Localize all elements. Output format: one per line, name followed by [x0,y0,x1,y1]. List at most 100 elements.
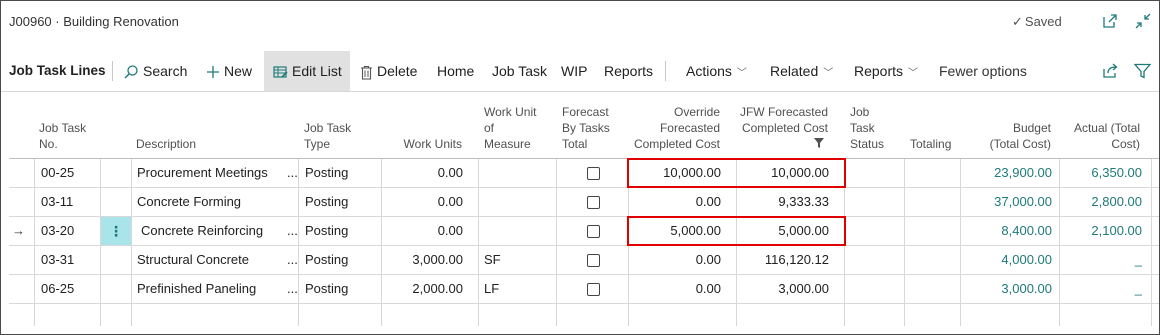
home-button[interactable]: Home [437,51,474,91]
work-unit-of-measure-cell[interactable]: SF [484,246,501,274]
divider [665,61,666,81]
table-row-selected[interactable]: → 03-20 ⋮ Concrete Reinforcing ... Posti… [9,217,1159,246]
jfw-forecasted-completed-cost-cell: 116,120.12 [764,252,829,267]
saved-status: ✓ Saved [1012,14,1062,30]
highlight-annotation [627,158,846,188]
filter-icon[interactable] [1134,63,1151,79]
table-row[interactable]: 03-31 Structural Concrete ... Posting 3,… [9,246,1159,275]
column-header-job-task-status[interactable]: Job Task Status [850,104,884,152]
work-units-cell[interactable]: 3,000.00 [381,246,463,274]
trash-icon [361,65,372,80]
wip-button[interactable]: WIP [561,51,587,91]
actual-total-cost-link[interactable]: 2,800.00 [1061,188,1142,216]
delete-button[interactable]: Delete [360,51,417,91]
search-icon [124,65,138,79]
share-icon[interactable] [1102,63,1119,79]
job-task-no-cell[interactable]: 03-20 [41,217,74,245]
override-forecasted-completed-cost-cell[interactable]: 0.00 [629,246,721,274]
column-header-totaling[interactable]: Totaling [910,136,951,152]
section-title: Job Task Lines [9,63,106,78]
actions-menu[interactable]: Actions ﹀ [686,51,747,91]
budget-total-cost-link[interactable]: 4,000.00 [961,246,1052,274]
edit-list-button[interactable]: Edit List [264,51,350,91]
column-header-job-task-type[interactable]: Job Task Type [304,120,351,152]
column-header-forecast-by-tasks-total[interactable]: Forecast By Tasks Total [562,104,610,152]
table-row[interactable]: 06-25 Prefinished Paneling ... Posting 2… [9,275,1159,304]
job-task-type-cell[interactable]: Posting [305,188,348,216]
reports-menu-label: Reports [854,63,904,79]
actual-total-cost-link[interactable]: _ [1061,246,1142,274]
job-task-type-cell[interactable]: Posting [305,275,348,303]
current-row-arrow-icon: → [12,223,25,238]
new-label: New [224,63,253,79]
work-units-cell[interactable]: 2,000.00 [381,275,463,303]
saved-label: Saved [1024,14,1062,29]
fewer-options-button[interactable]: Fewer options [939,51,1027,91]
forecast-by-tasks-total-checkbox[interactable] [587,196,600,209]
job-task-no-cell[interactable]: 06-25 [41,275,74,303]
title-bar: J00960 · Building Renovation ✓ Saved [1,1,1159,43]
forecast-by-tasks-total-checkbox[interactable] [587,283,600,296]
column-header-budget-total-cost[interactable]: Budget (Total Cost) [961,120,1051,152]
actions-label: Actions [686,63,732,79]
table-row[interactable]: 03-11 Concrete Forming Posting 0.00 0.00… [9,188,1159,217]
budget-total-cost-link[interactable]: 3,000.00 [961,275,1052,303]
table-row[interactable]: 00-25 Procurement Meetings ... Posting 0… [9,159,1159,188]
column-header-work-units[interactable]: Work Units [381,136,462,152]
new-button[interactable]: New [206,51,252,91]
actual-total-cost-link[interactable]: 2,100.00 [1061,217,1142,245]
column-header-actual-total-cost[interactable]: Actual (Total Cost) [1061,120,1140,152]
open-in-new-window-icon[interactable] [1101,12,1119,30]
job-task-type-cell[interactable]: Posting [305,246,348,274]
column-header-override-forecasted-completed-cost[interactable]: Override Forecasted Completed Cost [629,104,720,152]
edit-list-label: Edit List [292,63,342,79]
description-cell[interactable]: Concrete Reinforcing [141,217,287,245]
chevron-down-icon: ﹀ [823,68,834,79]
job-task-type-cell[interactable]: Posting [305,217,348,245]
column-header-job-task-no[interactable]: Job Task No. [39,120,86,152]
reports-menu[interactable]: Reports ﹀ [854,51,918,91]
edit-list-icon [273,66,288,78]
work-units-cell[interactable]: 0.00 [381,159,463,187]
budget-total-cost-link[interactable]: 8,400.00 [961,217,1052,245]
checkmark-icon: ✓ [1012,14,1023,29]
collapse-icon[interactable] [1134,12,1152,30]
column-header-jfw-forecasted-completed-cost[interactable]: JFW Forecasted Completed Cost [737,104,828,136]
override-forecasted-completed-cost-cell[interactable]: 0.00 [629,275,721,303]
description-cell[interactable]: Procurement Meetings [137,159,287,187]
action-bar: Job Task Lines Search New Edit List Dele… [1,51,1159,92]
related-menu[interactable]: Related ﹀ [770,51,833,91]
forecast-by-tasks-total-checkbox[interactable] [587,167,600,180]
actual-total-cost-link[interactable]: 6,350.00 [1061,159,1142,187]
column-header-description[interactable]: Description [136,136,196,152]
work-units-cell[interactable]: 0.00 [381,188,463,216]
delete-label: Delete [377,63,418,79]
description-more-button[interactable]: ... [287,246,298,274]
column-header-work-unit-of-measure[interactable]: Work Unit of Measure [484,104,536,152]
description-cell[interactable]: Prefinished Paneling [137,275,287,303]
reports-button[interactable]: Reports [604,51,653,91]
override-forecasted-completed-cost-cell[interactable]: 0.00 [629,188,721,216]
column-filter-icon[interactable] [814,138,824,148]
chevron-down-icon: ﹀ [908,68,919,79]
budget-total-cost-link[interactable]: 23,900.00 [961,159,1052,187]
description-more-button[interactable]: ... [287,217,298,245]
job-task-no-cell[interactable]: 03-31 [41,246,74,274]
work-units-cell[interactable]: 0.00 [381,217,463,245]
budget-total-cost-link[interactable]: 37,000.00 [961,188,1052,216]
job-task-no-cell[interactable]: 03-11 [41,188,73,216]
empty-new-row[interactable] [9,304,1159,332]
description-cell[interactable]: Concrete Forming [137,188,287,216]
actual-total-cost-link[interactable]: _ [1061,275,1142,303]
job-task-type-cell[interactable]: Posting [305,159,348,187]
forecast-by-tasks-total-checkbox[interactable] [587,254,600,267]
description-cell[interactable]: Structural Concrete [137,246,287,274]
row-menu-button[interactable]: ⋮ [101,217,131,245]
description-more-button[interactable]: ... [287,275,298,303]
forecast-by-tasks-total-checkbox[interactable] [587,225,600,238]
description-more-button[interactable]: ... [287,159,298,187]
job-task-no-cell[interactable]: 00-25 [41,159,74,187]
job-task-button[interactable]: Job Task [492,51,547,91]
work-unit-of-measure-cell[interactable]: LF [484,275,499,303]
search-button[interactable]: Search [123,51,187,91]
